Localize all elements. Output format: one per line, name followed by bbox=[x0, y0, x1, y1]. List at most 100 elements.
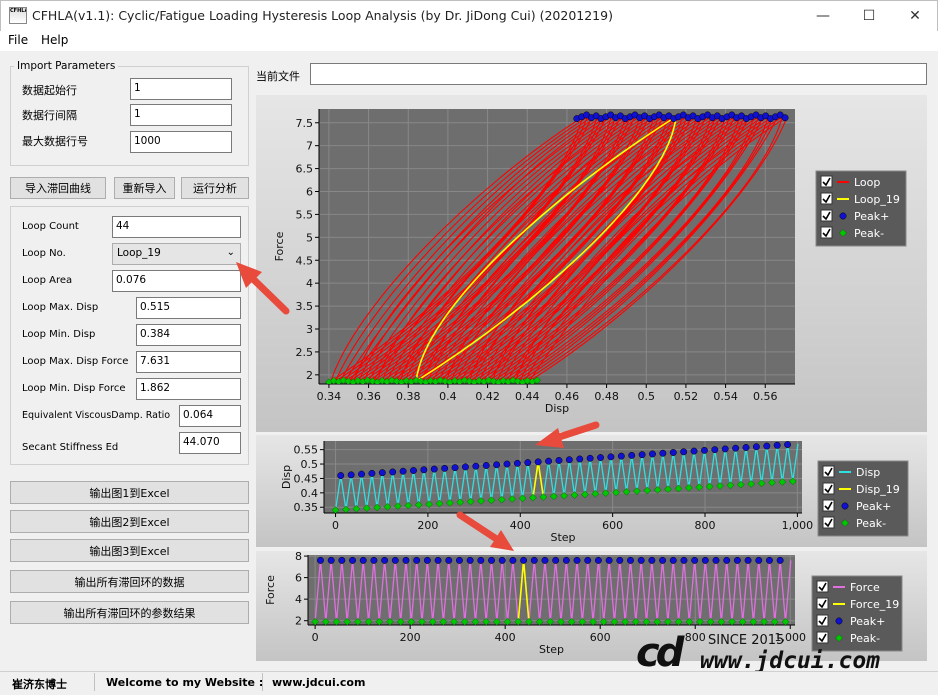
window-title: CFHLA(v1.1): Cyclic/Fatigue Loading Hyst… bbox=[32, 8, 613, 23]
peak-plus-point bbox=[358, 470, 365, 478]
x-tick-label: 0.48 bbox=[594, 390, 619, 403]
peak-plus-point bbox=[423, 556, 431, 564]
peak-plus-point bbox=[773, 441, 781, 449]
peak-plus-point bbox=[524, 459, 532, 467]
y-tick-label: 5 bbox=[306, 231, 313, 244]
peak-plus-point bbox=[669, 556, 677, 564]
x-tick-label: 0.56 bbox=[753, 390, 778, 403]
x-axis-label: Step bbox=[539, 643, 564, 656]
y-axis-label: Disp bbox=[280, 465, 293, 489]
displacement-history-chart: 0 200 400 600 800 1,000 0.350.4 0.450.50.55 Step… bbox=[256, 435, 927, 547]
loop-area-field[interactable]: 0.076 bbox=[112, 270, 241, 292]
minimize-button[interactable]: — bbox=[800, 0, 846, 31]
legend-label: Peak- bbox=[854, 227, 884, 240]
y-tick-label: 6 bbox=[295, 572, 302, 585]
start-row-input[interactable]: 1 bbox=[130, 78, 232, 100]
peak-plus-point bbox=[545, 457, 553, 465]
current-file-label: 当前文件 bbox=[256, 70, 300, 83]
max-force-field[interactable]: 7.631 bbox=[136, 351, 241, 373]
peak-plus-point bbox=[690, 447, 698, 455]
loop-no-label: Loop No. bbox=[22, 248, 66, 259]
peak-plus-point bbox=[378, 469, 386, 477]
menu-file[interactable]: File bbox=[8, 33, 28, 47]
damping-field[interactable]: 0.064 bbox=[179, 405, 241, 427]
loop-no-select[interactable]: Loop_19 ⌄ bbox=[112, 243, 241, 265]
min-disp-label: Loop Min. Disp bbox=[22, 329, 96, 340]
peak-plus-point bbox=[627, 556, 634, 564]
peak-plus-point bbox=[461, 463, 469, 471]
max-disp-field[interactable]: 0.515 bbox=[136, 297, 241, 319]
peak-plus-point bbox=[317, 556, 324, 564]
peak-plus-point bbox=[402, 556, 410, 564]
menu-help[interactable]: Help bbox=[41, 33, 68, 47]
y-tick-label: 5.5 bbox=[296, 208, 314, 221]
export-all-params-button[interactable]: 输出所有滞回环的参数结果 bbox=[10, 601, 249, 624]
y-tick-label: 4.5 bbox=[296, 254, 314, 267]
legend-label: Disp bbox=[856, 466, 880, 479]
y-tick-label: 8 bbox=[295, 551, 302, 563]
peak-plus-point bbox=[466, 556, 474, 564]
peak-plus-point bbox=[573, 556, 581, 564]
min-disp-field[interactable]: 0.384 bbox=[136, 324, 241, 346]
export-chart2-button[interactable]: 输出图2到Excel bbox=[10, 510, 249, 533]
peak-plus-point bbox=[701, 556, 709, 564]
status-divider bbox=[262, 673, 263, 691]
peak-plus-point bbox=[605, 556, 613, 564]
export-all-loops-button[interactable]: 输出所有滞回环的数据 bbox=[10, 570, 249, 593]
peak-plus-point bbox=[413, 556, 421, 564]
peak-plus-point bbox=[732, 444, 740, 452]
status-website[interactable]: www.jdcui.com bbox=[272, 676, 365, 689]
reimport-button[interactable]: 重新导入 bbox=[114, 177, 175, 199]
peak-plus-point bbox=[733, 556, 741, 564]
peak-plus-point bbox=[637, 556, 645, 564]
row-interval-input[interactable]: 1 bbox=[130, 104, 232, 126]
peak-plus-point bbox=[680, 448, 688, 456]
stiffness-field[interactable]: 44.070 bbox=[179, 432, 241, 454]
peak-plus-point bbox=[555, 456, 563, 464]
peak-plus-point bbox=[607, 453, 615, 461]
peak-plus-point bbox=[498, 556, 506, 564]
peak-plus-point bbox=[617, 452, 625, 460]
y-tick-label: 0.35 bbox=[294, 501, 319, 514]
peak-plus-point bbox=[776, 556, 784, 564]
peak-plus-point bbox=[477, 556, 485, 564]
close-button[interactable]: ✕ bbox=[892, 0, 938, 31]
current-file-input[interactable] bbox=[310, 63, 927, 85]
import-loop-button[interactable]: 导入滞回曲线 bbox=[10, 177, 106, 199]
x-tick-label: 200 bbox=[400, 631, 421, 644]
peak-plus-point bbox=[347, 471, 355, 479]
min-force-field[interactable]: 1.862 bbox=[136, 378, 241, 400]
loop-count-field[interactable]: 44 bbox=[112, 216, 241, 238]
max-row-input[interactable]: 1000 bbox=[130, 131, 232, 153]
legend-label: Peak+ bbox=[854, 210, 889, 223]
peak-plus-point bbox=[389, 468, 397, 476]
x-tick-label: 0.54 bbox=[713, 390, 738, 403]
export-chart3-button[interactable]: 输出图3到Excel bbox=[10, 539, 249, 562]
peak-plus-point bbox=[391, 556, 399, 564]
peak-plus-point bbox=[742, 444, 750, 451]
peak-plus-point bbox=[649, 450, 656, 458]
legend-label: Disp_19 bbox=[856, 483, 900, 496]
x-tick-label: 0.4 bbox=[439, 390, 457, 403]
maximize-button[interactable]: ☐ bbox=[846, 0, 892, 31]
peak-plus-point bbox=[744, 556, 752, 564]
peak-plus-point bbox=[541, 556, 549, 564]
peak-plus-point bbox=[669, 449, 677, 456]
peak-plus-point bbox=[763, 442, 771, 450]
y-tick-label: 3.5 bbox=[296, 300, 314, 313]
y-tick-label: 6 bbox=[306, 186, 313, 199]
chart2-plot-area bbox=[324, 441, 802, 513]
peak-plus-point bbox=[755, 556, 763, 564]
watermark-logo: cd bbox=[636, 630, 684, 676]
peak-plus-point bbox=[565, 456, 573, 464]
peak-plus-point bbox=[659, 556, 667, 564]
y-tick-label: 0.4 bbox=[301, 487, 319, 500]
peak-plus-point bbox=[534, 458, 542, 466]
run-analysis-button[interactable]: 运行分析 bbox=[181, 177, 249, 199]
peak-plus-point bbox=[700, 446, 708, 454]
peak-plus-point bbox=[441, 464, 449, 472]
export-chart1-button[interactable]: 输出图1到Excel bbox=[10, 481, 249, 504]
legend-label: Force_19 bbox=[850, 598, 899, 611]
status-welcome: Welcome to my Website : bbox=[106, 676, 264, 689]
peak-plus-point bbox=[721, 445, 729, 453]
